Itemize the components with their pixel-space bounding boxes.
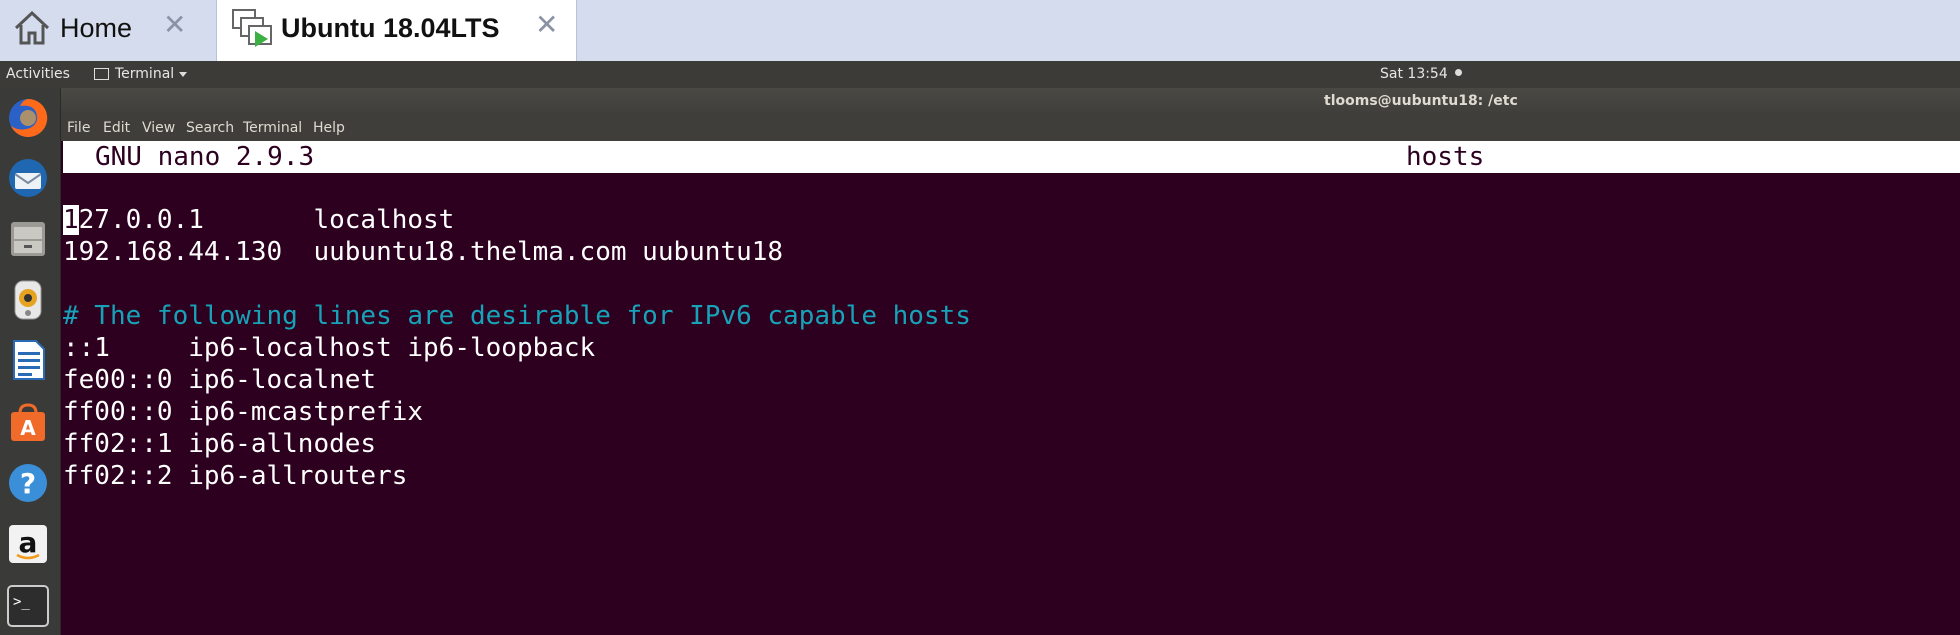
nano-header: GNU nano 2.9.3 hosts — [63, 141, 1960, 173]
line-text: 27.0.0.1 localhost — [78, 205, 455, 235]
svg-text:?: ? — [20, 467, 36, 500]
thunderbird-icon[interactable] — [6, 156, 50, 200]
hosts-line[interactable]: ff00::0 ip6-mcastprefix — [63, 396, 423, 428]
hosts-line[interactable]: fe00::0 ip6-localnet — [63, 364, 376, 396]
hosts-line[interactable]: ::1 ip6-localhost ip6-loopback — [63, 332, 595, 364]
window-title: tlooms@uubuntu18: /etc — [1324, 93, 1518, 109]
text-cursor: 1 — [63, 205, 79, 235]
menu-help[interactable]: Help — [313, 120, 345, 136]
close-icon[interactable]: ✕ — [535, 11, 558, 39]
help-icon[interactable]: ? — [6, 461, 50, 505]
menu-view[interactable]: View — [142, 120, 175, 136]
rhythmbox-icon[interactable] — [6, 278, 50, 322]
hosts-comment-line[interactable]: # The following lines are desirable for … — [63, 300, 971, 332]
terminal-small-icon — [94, 68, 109, 80]
hosts-line[interactable]: 192.168.44.130 uubuntu18.thelma.com uubu… — [63, 236, 783, 268]
close-icon[interactable]: ✕ — [163, 11, 186, 39]
menu-edit[interactable]: Edit — [103, 120, 130, 136]
clock[interactable]: Sat 13:54 — [1380, 66, 1463, 82]
menubar: File Edit View Search Terminal Help — [61, 115, 1960, 141]
svg-text:A: A — [20, 416, 36, 440]
window-titlebar[interactable]: tlooms@uubuntu18: /etc — [61, 88, 1960, 115]
firefox-icon[interactable] — [6, 96, 50, 140]
vm-icon — [230, 7, 274, 51]
activities-button[interactable]: Activities — [6, 66, 70, 82]
amazon-icon[interactable]: a — [6, 522, 50, 566]
menu-terminal[interactable]: Terminal — [243, 120, 302, 136]
tab-home[interactable]: Home ✕ — [0, 0, 211, 61]
hosts-line[interactable]: ff02::1 ip6-allnodes — [63, 428, 376, 460]
software-center-icon[interactable]: A — [6, 400, 50, 444]
terminal-icon[interactable]: >_ — [6, 584, 50, 628]
tab-ubuntu-label: Ubuntu 18.04LTS — [281, 13, 500, 43]
nano-version: GNU nano 2.9.3 — [95, 142, 315, 172]
chevron-down-icon — [179, 71, 188, 77]
clock-label: Sat 13:54 — [1380, 66, 1448, 82]
hosts-line[interactable]: ff02::2 ip6-allrouters — [63, 460, 407, 492]
vm-tab-strip: Home ✕ Ubuntu 18.04LTS ✕ — [0, 0, 1960, 61]
tab-home-label: Home — [60, 13, 133, 43]
hosts-line[interactable]: 127.0.0.1 localhost — [63, 204, 454, 236]
home-icon — [12, 8, 52, 48]
menu-file[interactable]: File — [67, 120, 90, 136]
launcher: A ? a >_ — [0, 88, 61, 635]
terminal-view[interactable]: GNU nano 2.9.3 hosts 127.0.0.1 localhost… — [61, 141, 1960, 635]
nano-filename: hosts — [1406, 142, 1485, 172]
libreoffice-writer-icon[interactable] — [6, 338, 50, 382]
menu-search[interactable]: Search — [186, 120, 234, 136]
notification-dot-icon — [1455, 69, 1463, 76]
app-menu-label: Terminal — [115, 66, 175, 82]
files-icon[interactable] — [6, 216, 50, 260]
app-menu[interactable]: Terminal — [94, 66, 188, 82]
svg-text:>_: >_ — [13, 594, 30, 610]
top-panel: Activities Terminal Sat 13:54 — [0, 61, 1960, 88]
svg-text:a: a — [19, 526, 38, 559]
tab-ubuntu[interactable]: Ubuntu 18.04LTS ✕ — [216, 0, 577, 61]
